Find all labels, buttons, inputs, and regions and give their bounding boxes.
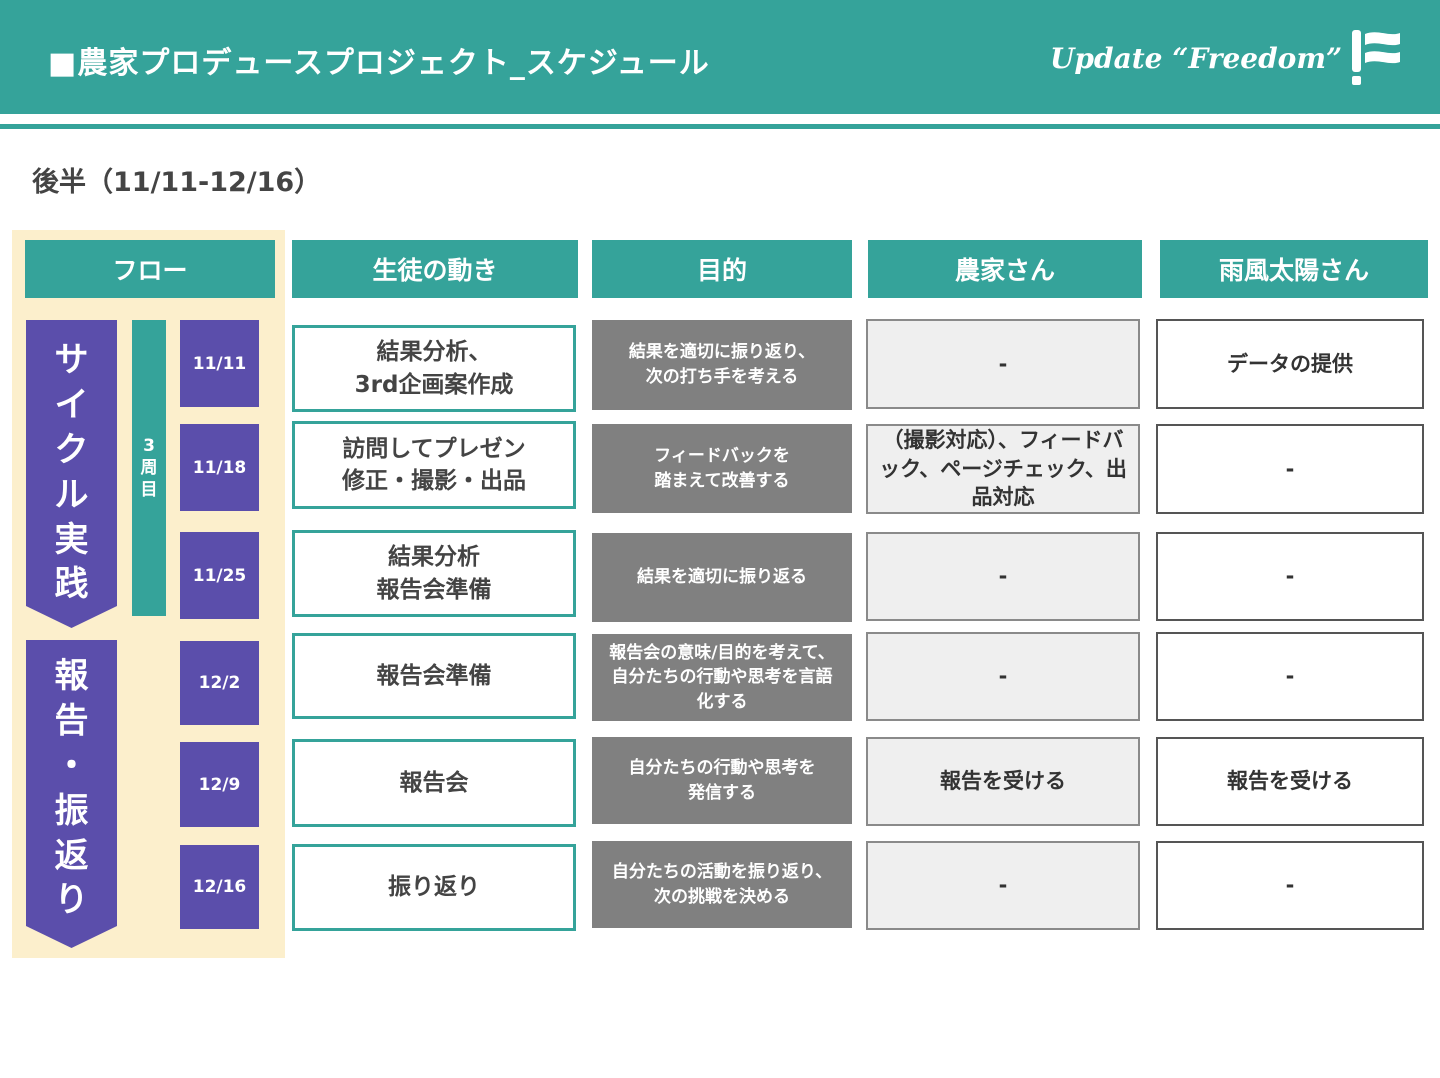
phase-report-review: 報 告 ・ 振 返 り	[26, 640, 117, 948]
date-badge: 12/2	[180, 641, 259, 725]
phase-char: 返	[54, 835, 89, 876]
date-badge: 12/9	[180, 742, 259, 827]
phase-char: ・	[54, 745, 89, 786]
farmer-role-cell: -	[866, 319, 1140, 409]
amekaze-role-cell: データの提供	[1156, 319, 1424, 409]
phase-char: ル	[54, 474, 89, 515]
brand-tagline: Update “Freedom”	[1050, 42, 1343, 75]
week-char: 目	[140, 480, 158, 501]
farmer-role-cell: 報告を受ける	[866, 737, 1140, 826]
amekaze-role-cell: -	[1156, 532, 1424, 621]
period-subtitle: 後半（11/11-12/16）	[32, 167, 322, 198]
farmer-role-cell: -	[866, 532, 1140, 621]
date-badge: 11/25	[180, 532, 259, 619]
student-action-cell: 結果分析 報告会準備	[292, 530, 576, 617]
phase-char: 振	[54, 790, 89, 831]
purpose-cell: 結果を適切に振り返る	[592, 533, 852, 622]
column-header-purpose: 目的	[592, 240, 852, 298]
phase-char: サ	[54, 340, 89, 380]
week-char: 3	[143, 435, 155, 456]
purpose-cell: 結果を適切に振り返り、 次の打ち手を考える	[592, 320, 852, 410]
student-action-cell: 結果分析、 3rd企画案作成	[292, 325, 576, 412]
amekaze-role-cell: -	[1156, 841, 1424, 930]
purpose-cell: フィードバックを 踏まえて改善する	[592, 424, 852, 513]
farmer-role-cell: -	[866, 841, 1140, 930]
phase-cycle-practice: サ イ ク ル 実 践	[26, 320, 117, 628]
column-header-amekaze: 雨風太陽さん	[1160, 240, 1428, 298]
date-badge: 12/16	[180, 845, 259, 929]
student-action-cell: 振り返り	[292, 844, 576, 931]
student-action-cell: 報告会	[292, 739, 576, 827]
column-header-students: 生徒の動き	[292, 240, 578, 298]
date-badge: 11/18	[180, 424, 259, 511]
header-divider	[0, 124, 1440, 129]
phase-char: イ	[54, 384, 89, 425]
amekaze-role-cell: 報告を受ける	[1156, 737, 1424, 826]
week-indicator: 3 周 目	[132, 320, 166, 616]
farmer-role-cell: -	[866, 632, 1140, 721]
purpose-cell: 報告会の意味/目的を考えて、自分たちの行動や思考を言語化する	[592, 634, 852, 721]
phase-char: ク	[54, 429, 89, 470]
student-action-cell: 訪問してプレゼン 修正・撮影・出品	[292, 421, 576, 509]
phase-char: 報	[54, 656, 89, 696]
phase-char: り	[54, 880, 89, 921]
week-char: 周	[140, 457, 158, 478]
brand-logo-icon	[1352, 30, 1400, 85]
amekaze-role-cell: -	[1156, 632, 1424, 721]
phase-char: 践	[54, 564, 89, 605]
purpose-cell: 自分たちの行動や思考を 発信する	[592, 737, 852, 824]
date-badge: 11/11	[180, 320, 259, 407]
purpose-cell: 自分たちの活動を振り返り、次の挑戦を決める	[592, 841, 852, 928]
student-action-cell: 報告会準備	[292, 633, 576, 719]
column-header-flow: フロー	[25, 240, 275, 298]
page-title: ■農家プロデュースプロジェクト_スケジュール	[48, 46, 710, 81]
phase-char: 告	[54, 700, 89, 741]
farmer-role-cell: （撮影対応）、フィードバック、ページチェック、出品対応	[866, 424, 1140, 514]
column-header-farmer: 農家さん	[868, 240, 1142, 298]
amekaze-role-cell: -	[1156, 424, 1424, 514]
phase-char: 実	[54, 519, 89, 560]
